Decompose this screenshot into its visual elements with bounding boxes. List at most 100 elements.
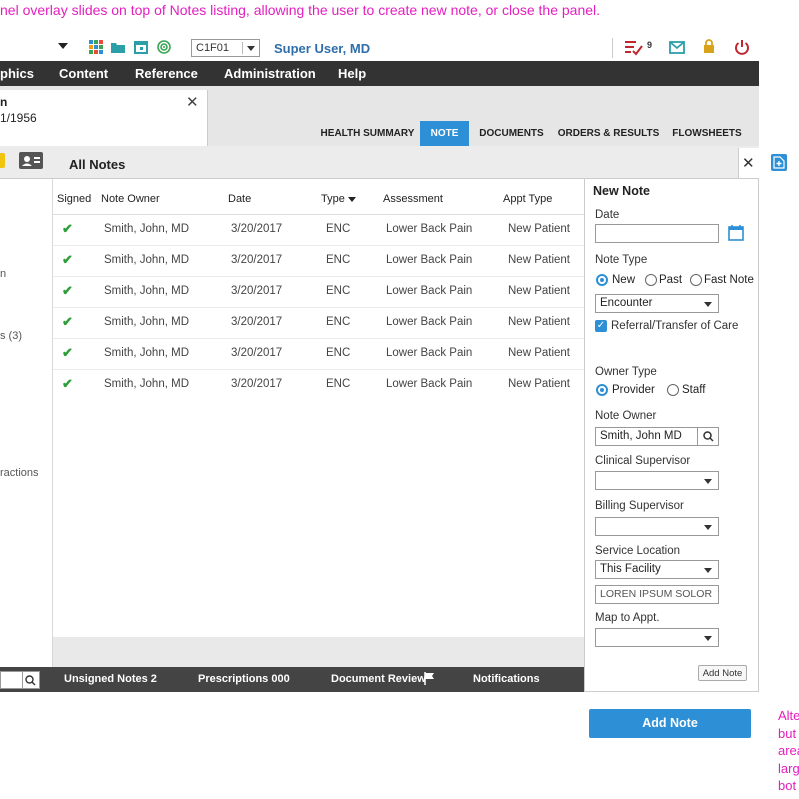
cell-owner: Smith, John, MD xyxy=(104,347,189,359)
menu-item-content[interactable]: Content xyxy=(59,66,108,81)
add-note-button[interactable]: Add Note xyxy=(589,709,751,738)
sticky-note-icon[interactable] xyxy=(0,153,5,168)
task-count: 9 xyxy=(647,40,653,50)
prescriptions-link[interactable]: Prescriptions 000 xyxy=(198,673,290,685)
cell-date: 3/20/2017 xyxy=(231,223,283,235)
sidebar-item[interactable]: s (3) xyxy=(0,330,22,342)
unsigned-notes-link[interactable]: Unsigned Notes 2 xyxy=(64,673,157,685)
chevron-down-icon xyxy=(704,302,712,307)
signal-icon[interactable] xyxy=(157,40,171,54)
cell-assessment: Lower Back Pain xyxy=(386,347,473,359)
note-owner-label: Note Owner xyxy=(595,410,657,422)
sidebar-item[interactable]: n xyxy=(0,268,6,280)
radio-past[interactable] xyxy=(645,274,657,286)
checkmark-icon: ✔ xyxy=(62,314,73,329)
folder-icon[interactable] xyxy=(111,40,125,54)
note-category-select[interactable]: Encounter xyxy=(595,294,719,313)
add-note-icon[interactable] xyxy=(771,154,787,171)
checkmark-icon: ✔ xyxy=(62,252,73,267)
table-row[interactable]: ✔ Smith, John, MD 3/20/2017 ENC Lower Ba… xyxy=(53,246,584,277)
divider xyxy=(612,38,613,58)
table-row[interactable]: ✔ Smith, John, MD 3/20/2017 ENC Lower Ba… xyxy=(53,277,584,308)
table-row[interactable]: ✔ Smith, John, MD 3/20/2017 ENC Lower Ba… xyxy=(53,370,584,401)
contact-card-icon[interactable] xyxy=(19,152,43,169)
document-review-link[interactable]: Document Review xyxy=(331,673,426,685)
sidebar-item[interactable]: ractions xyxy=(0,467,39,479)
panel-title: New Note xyxy=(593,184,650,198)
note-owner-field[interactable]: Smith, John MD xyxy=(595,427,698,446)
radio-provider[interactable] xyxy=(596,384,608,396)
cell-type: ENC xyxy=(326,316,351,328)
calendar-icon[interactable] xyxy=(728,224,744,241)
column-header-appt-type[interactable]: Appt Type xyxy=(503,193,552,205)
mail-icon[interactable] xyxy=(669,41,685,54)
cell-assessment: Lower Back Pain xyxy=(386,316,473,328)
referral-label: Referral/Transfer of Care xyxy=(611,320,739,332)
chevron-down-icon xyxy=(704,568,712,573)
search-input[interactable] xyxy=(0,671,40,689)
tab-documents[interactable]: DOCUMENTS xyxy=(474,121,549,146)
power-icon[interactable] xyxy=(734,39,750,55)
column-header-note-owner[interactable]: Note Owner xyxy=(101,193,160,205)
annotation-top: nel overlay slides on top of Notes listi… xyxy=(0,2,601,18)
cell-type: ENC xyxy=(326,223,351,235)
column-header-signed[interactable]: Signed xyxy=(57,193,91,205)
date-field[interactable] xyxy=(595,224,719,243)
checkmark-icon: ✔ xyxy=(62,221,73,236)
search-icon[interactable] xyxy=(25,675,36,686)
billing-supervisor-label: Billing Supervisor xyxy=(595,500,684,512)
patient-name: n xyxy=(0,95,8,109)
menu-bar xyxy=(0,61,759,86)
notifications-link[interactable]: Notifications xyxy=(473,673,540,685)
cell-assessment: Lower Back Pain xyxy=(386,285,473,297)
radio-provider-label: Provider xyxy=(612,384,655,396)
cell-appt: New Patient xyxy=(508,378,571,390)
sidebar xyxy=(0,179,53,667)
calendar-icon[interactable] xyxy=(134,40,148,54)
radio-staff[interactable] xyxy=(667,384,679,396)
menu-item-graphics[interactable]: phics xyxy=(0,66,34,81)
cell-type: ENC xyxy=(326,254,351,266)
clinical-supervisor-label: Clinical Supervisor xyxy=(595,455,691,467)
location-select[interactable]: C1F01 xyxy=(191,39,260,57)
radio-new[interactable] xyxy=(596,274,608,286)
column-header-date[interactable]: Date xyxy=(228,193,251,205)
column-header-type[interactable]: Type xyxy=(321,193,345,205)
chevron-down-icon[interactable] xyxy=(58,43,68,49)
service-location-select[interactable]: This Facility xyxy=(595,560,719,579)
location-text-field[interactable]: LOREN IPSUM SOLOR xyxy=(595,585,719,604)
billing-supervisor-select[interactable] xyxy=(595,517,719,536)
table-row[interactable]: ✔ Smith, John, MD 3/20/2017 ENC Lower Ba… xyxy=(53,215,584,246)
cell-date: 3/20/2017 xyxy=(231,285,283,297)
tab-flowsheets[interactable]: FLOWSHEETS xyxy=(668,121,746,146)
tab-health-summary[interactable]: HEALTH SUMMARY xyxy=(316,121,419,146)
grid-icon[interactable] xyxy=(89,40,103,54)
radio-staff-label: Staff xyxy=(682,384,706,396)
location-value: C1F01 xyxy=(196,42,230,54)
lock-icon[interactable] xyxy=(703,39,715,54)
menu-item-help[interactable]: Help xyxy=(338,66,366,81)
sort-down-icon[interactable] xyxy=(348,197,356,202)
map-appt-select[interactable] xyxy=(595,628,719,647)
radio-fast-note[interactable] xyxy=(690,274,702,286)
cell-date: 3/20/2017 xyxy=(231,378,283,390)
radio-new-label: New xyxy=(612,274,636,286)
tab-orders-results[interactable]: ORDERS & RESULTS xyxy=(555,121,662,146)
referral-checkbox[interactable]: ✓ xyxy=(595,320,607,332)
close-icon[interactable]: ✕ xyxy=(186,93,199,111)
user-name[interactable]: Super User, MD xyxy=(274,41,370,56)
add-note-small-button[interactable]: Add Note xyxy=(698,665,747,681)
map-appt-label: Map to Appt. xyxy=(595,612,660,624)
tab-note[interactable]: NOTE xyxy=(420,121,469,146)
tasks-icon[interactable] xyxy=(625,40,645,56)
owner-search-button[interactable] xyxy=(697,427,719,446)
table-row[interactable]: ✔ Smith, John, MD 3/20/2017 ENC Lower Ba… xyxy=(53,339,584,370)
close-icon[interactable]: ✕ xyxy=(742,154,755,172)
checkmark-icon: ✔ xyxy=(62,283,73,298)
cell-appt: New Patient xyxy=(508,285,571,297)
clinical-supervisor-select[interactable] xyxy=(595,471,719,490)
table-row[interactable]: ✔ Smith, John, MD 3/20/2017 ENC Lower Ba… xyxy=(53,308,584,339)
menu-item-administration[interactable]: Administration xyxy=(224,66,316,81)
menu-item-reference[interactable]: Reference xyxy=(135,66,198,81)
column-header-assessment[interactable]: Assessment xyxy=(383,193,443,205)
